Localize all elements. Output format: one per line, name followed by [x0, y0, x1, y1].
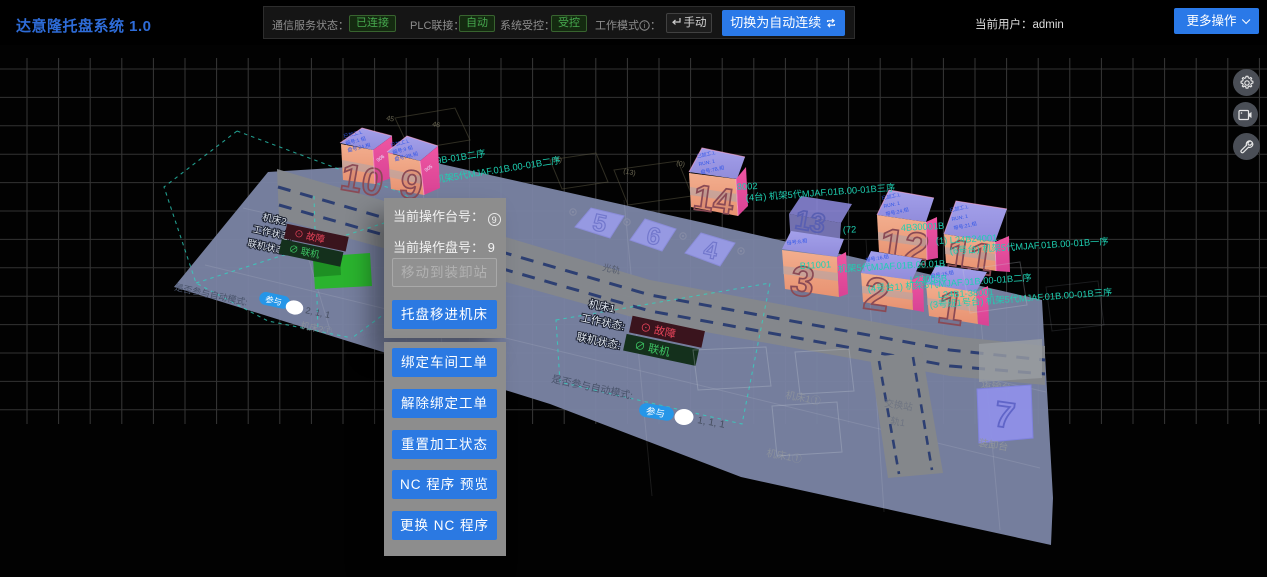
svg-text:轨1: 轨1 — [890, 415, 906, 429]
svg-text:(72: (72 — [843, 224, 857, 235]
svg-text:i: i — [644, 21, 646, 30]
svg-text:14: 14 — [691, 176, 736, 222]
svg-text:B11001: B11001 — [800, 259, 832, 271]
svg-text:10: 10 — [337, 157, 386, 206]
svg-text:8002: 8002 — [737, 181, 758, 192]
